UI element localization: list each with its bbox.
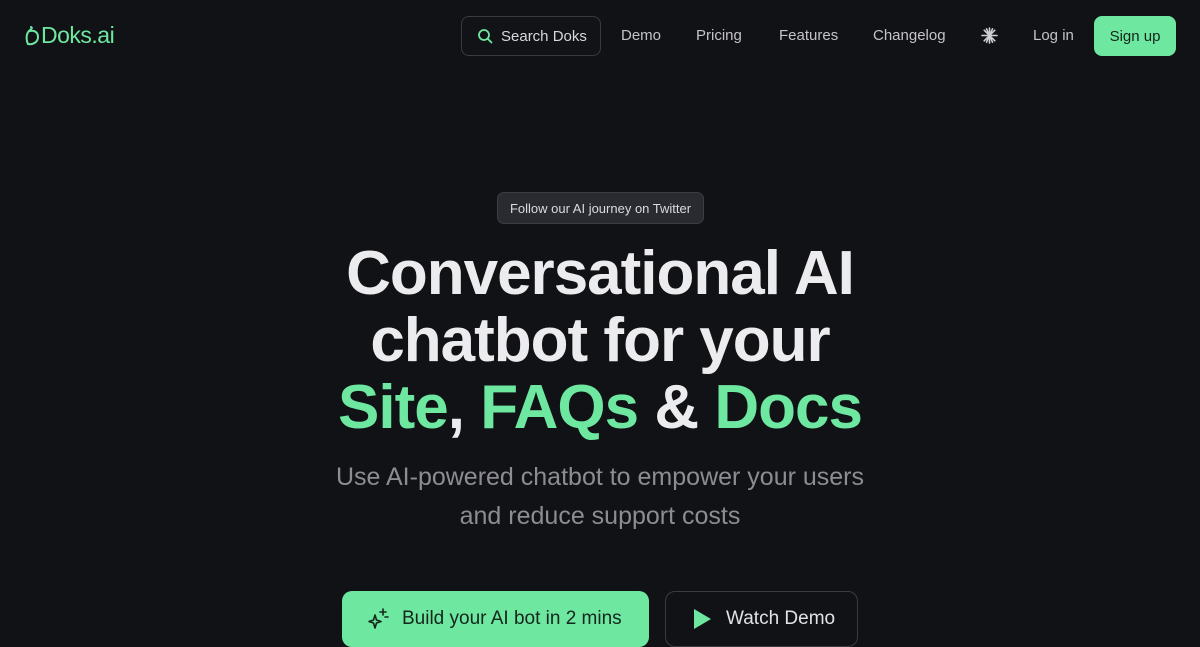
- headline-comma: ,: [447, 373, 465, 442]
- headline-line-3: Site, FAQs & Docs: [0, 374, 1200, 441]
- sun-icon: [981, 27, 998, 44]
- logo-text: Doks.ai: [41, 22, 115, 48]
- build-bot-label: Build your AI bot in 2 mins: [402, 608, 622, 629]
- build-bot-button[interactable]: Build your AI bot in 2 mins: [342, 591, 649, 647]
- twitter-announcement-pill[interactable]: Follow our AI journey on Twitter: [497, 192, 704, 224]
- headline-docs: Docs: [714, 373, 863, 442]
- nav-link-features[interactable]: Features: [779, 26, 838, 46]
- subheadline-line-1: Use AI-powered chatbot to empower your u…: [335, 463, 865, 491]
- nav-link-changelog[interactable]: Changelog: [873, 26, 946, 46]
- top-navigation: Doks.ai Search Doks Demo Pricing Feature…: [0, 0, 1200, 72]
- search-button[interactable]: Search Doks: [461, 16, 601, 56]
- nav-link-pricing[interactable]: Pricing: [696, 26, 742, 46]
- theme-toggle-button[interactable]: [979, 25, 1000, 46]
- search-label: Search Doks: [501, 27, 587, 45]
- nav-link-demo[interactable]: Demo: [621, 26, 661, 46]
- sparkles-icon: [368, 608, 389, 629]
- watch-demo-button[interactable]: Watch Demo: [665, 591, 858, 647]
- doks-logo-icon: [25, 25, 40, 45]
- headline-line-1: Conversational AI: [346, 239, 855, 308]
- login-link[interactable]: Log in: [1033, 26, 1074, 46]
- headline-line-2: chatbot for your: [370, 306, 830, 375]
- play-icon: [694, 609, 711, 629]
- subheadline-line-2: and reduce support costs: [459, 502, 741, 530]
- hero-subheadline: Use AI-powered chatbot to empower your u…: [0, 458, 1200, 536]
- watch-demo-label: Watch Demo: [726, 608, 836, 629]
- headline-site: Site: [338, 373, 449, 442]
- search-icon: [478, 29, 493, 44]
- signup-button[interactable]: Sign up: [1094, 16, 1176, 56]
- headline-faqs: FAQs: [480, 373, 639, 442]
- hero-headline: Conversational AI chatbot for your Site,…: [0, 240, 1200, 441]
- headline-ampersand: &: [654, 373, 699, 442]
- logo[interactable]: Doks.ai: [24, 22, 115, 49]
